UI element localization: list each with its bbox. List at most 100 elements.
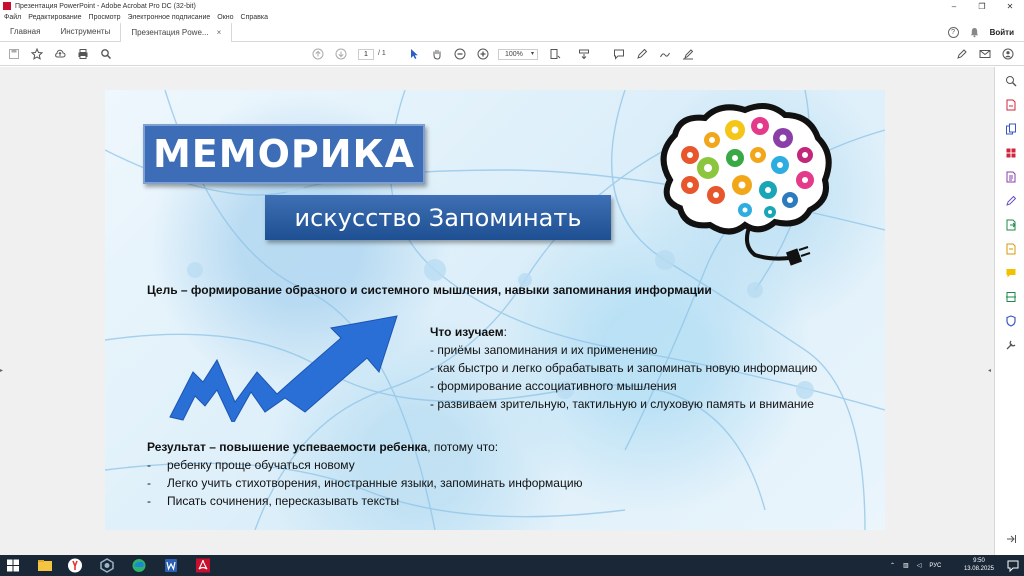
study-item: - развиваем зрительную, тактильную и слу… <box>430 397 814 411</box>
help-icon[interactable]: ? <box>947 26 959 38</box>
system-tray: ⌃ ▥ ◁ РУС <box>890 555 941 576</box>
edit-pdf-icon[interactable] <box>1005 171 1017 183</box>
sign-pen-icon[interactable] <box>1005 195 1017 207</box>
window-controls: – ❐ ✕ <box>940 0 1024 12</box>
network-icon[interactable]: ▥ <box>903 562 909 569</box>
result-item: - Писать сочинения, пересказывать тексты <box>147 492 583 510</box>
taskbar-clock[interactable]: 9:50 13.08.2025 <box>964 557 994 573</box>
menu-view[interactable]: Просмотр <box>89 14 121 21</box>
scan-ocr-icon[interactable] <box>1005 291 1017 303</box>
windows-taskbar: ⌃ ▥ ◁ РУС 9:50 13.08.2025 <box>0 555 1024 576</box>
comment-panel-icon[interactable] <box>1005 267 1017 279</box>
study-item: - формирование ассоциативного мышления <box>430 379 677 393</box>
select-cursor-icon[interactable] <box>408 48 420 60</box>
app-hexagon-icon[interactable] <box>98 557 116 574</box>
title-bar: Презентация PowerPoint - Adobe Acrobat P… <box>0 0 1024 12</box>
organize-pages-icon[interactable] <box>1005 147 1017 159</box>
tab-home[interactable]: Главная <box>0 22 50 42</box>
yandex-browser-icon[interactable] <box>66 557 84 574</box>
menu-bar: Файл Редактирование Просмотр Электронное… <box>0 12 1024 22</box>
result-heading-tail: , потому что: <box>427 440 499 454</box>
clock-date: 13.08.2025 <box>963 566 994 572</box>
scroll-mode-icon[interactable] <box>578 48 590 60</box>
menu-file[interactable]: Файл <box>4 14 21 21</box>
restore-button[interactable]: ❐ <box>968 0 996 12</box>
tabbar-right: ? Войти <box>947 22 1014 42</box>
zoom-out-icon[interactable] <box>454 48 466 60</box>
zoom-level-value: 100% <box>505 51 523 58</box>
dash: - <box>147 476 151 490</box>
result-item-text: Легко учить стихотворения, иностранные я… <box>167 476 583 490</box>
slide-subtitle-box: искусство Запоминать <box>265 195 611 240</box>
search-icon[interactable] <box>100 48 112 60</box>
upload-cloud-icon[interactable] <box>54 48 66 60</box>
tab-close-button[interactable]: × <box>217 28 222 37</box>
right-tools-panel <box>994 67 1024 555</box>
email-icon[interactable] <box>979 48 991 60</box>
clock-time: 9:50 <box>973 558 985 564</box>
close-window-button[interactable]: ✕ <box>996 0 1024 12</box>
right-panel-toggle-icon[interactable]: ◂ <box>988 367 991 374</box>
menu-edit[interactable]: Редактирование <box>28 14 81 21</box>
print-icon[interactable] <box>77 48 89 60</box>
fill-sign-icon[interactable] <box>956 48 968 60</box>
page-number-input[interactable]: 1 <box>358 49 374 60</box>
acrobat-app-icon <box>3 2 11 10</box>
volume-icon[interactable]: ◁ <box>917 562 922 569</box>
tray-chevron-icon[interactable]: ⌃ <box>890 562 895 569</box>
collapse-panel-icon[interactable] <box>1005 533 1017 545</box>
acrobat-taskbar-icon[interactable] <box>194 557 212 574</box>
file-explorer-icon[interactable] <box>36 557 54 574</box>
growth-arrow-icon <box>169 315 398 422</box>
export-pdf-icon[interactable] <box>1005 219 1017 231</box>
signin-button[interactable]: Войти <box>990 28 1014 37</box>
dash: - <box>147 494 151 508</box>
prev-page-icon[interactable] <box>312 48 324 60</box>
tab-bar: Главная Инструменты Презентация Powe... … <box>0 21 1024 42</box>
brain-gears-icon <box>660 103 832 266</box>
menu-window[interactable]: Окно <box>217 14 233 21</box>
export-icon-yellow[interactable] <box>1005 243 1017 255</box>
result-heading-line: Результат – повышение успеваемости ребен… <box>147 438 583 456</box>
result-item: - ребенку проще обучаться новому <box>147 456 583 474</box>
create-pdf-icon[interactable] <box>1005 99 1017 111</box>
menu-help[interactable]: Справка <box>241 14 268 21</box>
save-icon[interactable] <box>8 48 20 60</box>
study-heading-colon: : <box>503 325 507 339</box>
slide-page: МЕМОРИКА искусство Запоминать Цель – фор… <box>105 90 885 530</box>
left-panel-toggle-icon[interactable]: ▸ <box>0 367 3 374</box>
tab-tools[interactable]: Инструменты <box>50 22 120 42</box>
zoom-level-select[interactable]: 100% ▾ <box>498 49 538 60</box>
study-heading: Что изучаем <box>430 325 504 339</box>
word-icon[interactable] <box>162 557 180 574</box>
highlight-pen-icon[interactable] <box>636 48 648 60</box>
tab-document[interactable]: Презентация Powe... × <box>120 21 233 42</box>
next-page-icon[interactable] <box>335 48 347 60</box>
combine-files-icon[interactable] <box>1005 123 1017 135</box>
draw-icon[interactable] <box>659 48 671 60</box>
hand-tool-icon[interactable] <box>431 48 443 60</box>
zoom-in-icon[interactable] <box>477 48 489 60</box>
dash: - <box>147 458 151 472</box>
study-block: Что изучаем: - приёмы запоминания и их п… <box>430 323 817 413</box>
window-title: Презентация PowerPoint - Adobe Acrobat P… <box>15 2 196 10</box>
share-user-icon[interactable] <box>1002 48 1014 60</box>
notifications-icon[interactable] <box>1004 557 1022 574</box>
windows-start-icon[interactable] <box>4 557 22 574</box>
bookmark-star-icon[interactable] <box>31 48 43 60</box>
sign-icon[interactable] <box>682 48 694 60</box>
more-tools-icon[interactable] <box>1005 339 1017 351</box>
slide-title: МЕМОРИКА <box>152 132 415 176</box>
fit-page-icon[interactable] <box>549 48 561 60</box>
comment-icon[interactable] <box>613 48 625 60</box>
minimize-button[interactable]: – <box>940 0 968 12</box>
menu-esign[interactable]: Электронное подписание <box>128 14 211 21</box>
keyboard-language[interactable]: РУС <box>929 563 941 569</box>
goal-text: Цель – формирование образного и системно… <box>147 283 712 297</box>
toolbar: 1 / 1 100% ▾ <box>0 42 1024 66</box>
study-item: - приёмы запоминания и их применению <box>430 343 658 357</box>
bell-icon[interactable] <box>969 27 980 38</box>
zoom-search-icon[interactable] <box>1005 75 1017 87</box>
edge-browser-icon[interactable] <box>130 557 148 574</box>
protect-shield-icon[interactable] <box>1005 315 1017 327</box>
